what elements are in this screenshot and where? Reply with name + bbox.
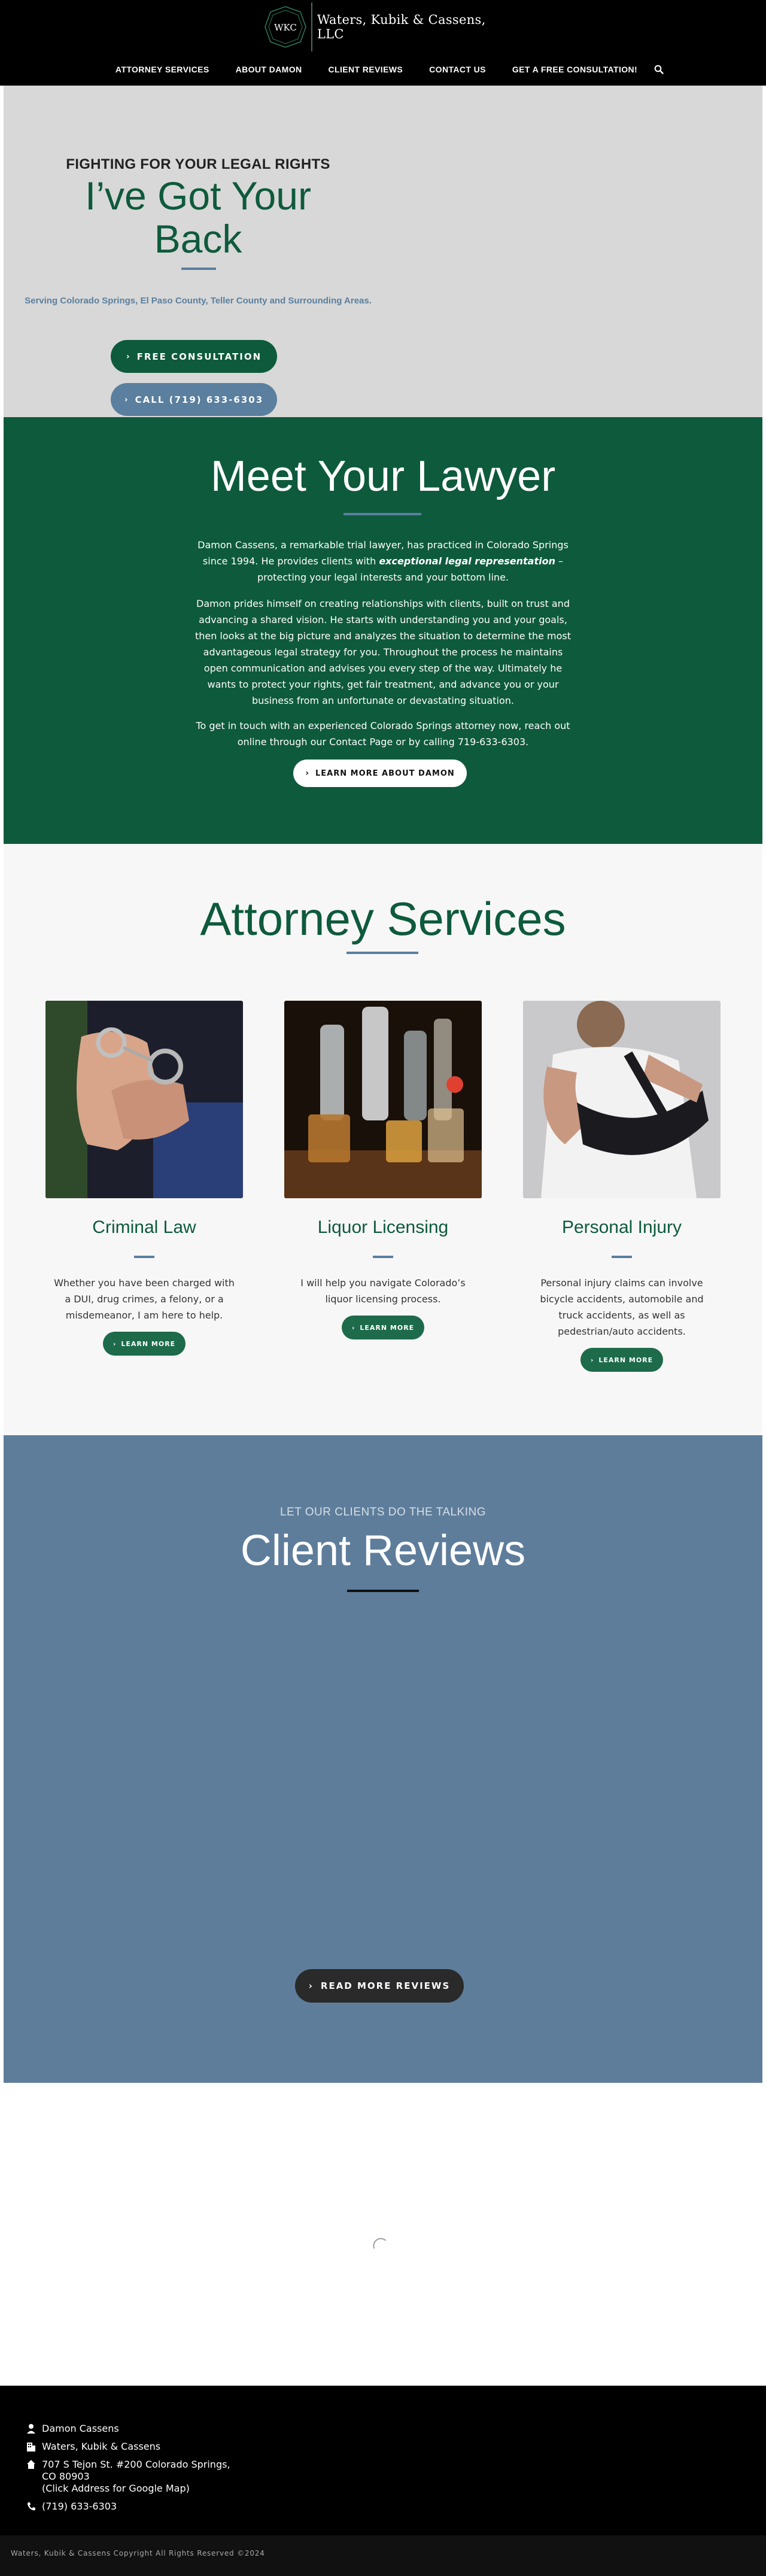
chevron-right-icon: ›	[351, 1323, 355, 1332]
meet-paragraph-2: Damon prides himself on creating relatio…	[194, 598, 572, 706]
address-line-3: (Click Address for Google Map)	[42, 2483, 190, 2494]
services-divider	[346, 952, 418, 954]
phone-icon	[28, 2502, 35, 2511]
read-more-reviews-label: READ MORE REVIEWS	[320, 1980, 451, 1991]
hero-divider	[181, 268, 216, 270]
liquor-licensing-text: I will help you navigate Colorado’s liqu…	[300, 1277, 466, 1305]
hero-kicker: FIGHTING FOR YOUR LEGAL RIGHTS	[66, 156, 330, 172]
personal-injury-image[interactable]	[523, 1001, 721, 1198]
copyright-bar: Waters, Kubik & Cassens Copyright All Ri…	[0, 2535, 766, 2576]
nav-free-consultation[interactable]: GET A FREE CONSULTATION!	[512, 65, 637, 74]
criminal-law-text: Whether you have been charged with a DUI…	[54, 1277, 235, 1321]
liquor-licensing-image[interactable]	[284, 1001, 482, 1198]
attorney-services-section: Attorney Services Criminal Law Whether y…	[4, 844, 762, 1435]
search-icon[interactable]	[654, 65, 664, 74]
logo-emblem-icon: WKC	[265, 6, 306, 48]
card-divider	[612, 1256, 632, 1258]
logo-monogram: WKC	[274, 22, 297, 33]
personal-injury-text: Personal injury claims can involve bicyc…	[540, 1277, 704, 1337]
hero-title-line1: I’ve Got Your	[85, 174, 311, 218]
firm-name: Waters, Kubik & Cassens, LLC	[317, 13, 486, 41]
site-logo[interactable]: WKC Waters, Kubik & Cassens, LLC	[263, 2, 503, 51]
logo-badge: WKC	[263, 5, 308, 49]
learn-more-label: LEARN MORE	[360, 1323, 415, 1332]
meet-paragraph-1: Damon Cassens, a remarkable trial lawyer…	[192, 537, 574, 585]
card-divider	[134, 1256, 154, 1258]
meet-lawyer-section: Meet Your Lawyer Damon Cassens, a remark…	[4, 417, 762, 844]
loading-spinner-icon	[373, 2238, 386, 2249]
personal-injury-title: Personal Injury	[561, 1217, 682, 1237]
footer-firm-row: Waters, Kubik & Cassens	[26, 2441, 160, 2453]
chevron-right-icon: ›	[308, 1980, 314, 1991]
copyright-text: Waters, Kubik & Cassens Copyright All Ri…	[11, 2549, 265, 2557]
chevron-right-icon: ›	[590, 1356, 594, 1364]
meet-divider	[344, 513, 421, 515]
learn-more-about-damon-label: LEARN MORE ABOUT DAMON	[315, 768, 455, 778]
hero-subtitle: Serving Colorado Springs, El Paso County…	[25, 296, 372, 306]
main-nav: ATTORNEY SERVICES ABOUT DAMON CLIENT REV…	[0, 57, 766, 81]
address-line-1: 707 S Tejon St. #200 Colorado Springs,	[42, 2459, 230, 2470]
service-card-liquor-licensing: Liquor Licensing I will help you navigat…	[284, 1001, 482, 1339]
read-more-reviews-button[interactable]: › READ MORE REVIEWS	[295, 1969, 464, 2003]
personal-injury-learn-more-button[interactable]: › LEARN MORE	[580, 1348, 663, 1372]
service-card-personal-injury: Personal Injury Personal injury claims c…	[523, 1001, 721, 1372]
site-header: WKC Waters, Kubik & Cassens, LLC ATTORNE…	[0, 0, 766, 86]
footer-phone-row[interactable]: (719) 633-6303	[26, 2501, 117, 2513]
learn-more-label: LEARN MORE	[598, 1356, 653, 1364]
liquor-licensing-learn-more-button[interactable]: › LEARN MORE	[342, 1316, 424, 1339]
meet-paragraph-3: To get in touch with an experienced Colo…	[196, 720, 570, 748]
nav-about-damon[interactable]: ABOUT DAMON	[236, 65, 302, 74]
reviews-kicker: LET OUR CLIENTS DO THE TALKING	[279, 1506, 487, 1518]
services-title: Attorney Services	[200, 892, 566, 945]
address-line-2: CO 80903	[42, 2471, 90, 2482]
meet-title: Meet Your Lawyer	[210, 452, 556, 500]
footer-address[interactable]: 707 S Tejon St. #200 Colorado Springs, C…	[42, 2459, 230, 2495]
learn-more-about-damon-button[interactable]: › LEARN MORE ABOUT DAMON	[293, 760, 467, 787]
footer-name: Damon Cassens	[42, 2423, 119, 2434]
chevron-right-icon: ›	[113, 1339, 117, 1348]
chevron-right-icon: ›	[124, 394, 129, 405]
hero-title: I’ve Got Your Back	[4, 174, 393, 260]
service-card-criminal-law: Criminal Law Whether you have been charg…	[45, 1001, 243, 1356]
building-icon	[27, 2443, 35, 2452]
footer-name-row: Damon Cassens	[26, 2423, 119, 2435]
call-label: CALL (719) 633-6303	[135, 394, 264, 405]
hero-title-line2: Back	[154, 217, 242, 261]
client-reviews-section: LET OUR CLIENTS DO THE TALKING Client Re…	[4, 1435, 762, 2083]
reviews-divider	[347, 1590, 419, 1592]
call-button[interactable]: › CALL (719) 633-6303	[111, 383, 277, 416]
criminal-law-image[interactable]	[45, 1001, 243, 1198]
chevron-right-icon: ›	[305, 768, 310, 778]
learn-more-label: LEARN MORE	[121, 1339, 176, 1348]
liquor-licensing-title: Liquor Licensing	[317, 1217, 449, 1237]
nav-attorney-services[interactable]: ATTORNEY SERVICES	[115, 65, 209, 74]
free-consultation-label: FREE CONSULTATION	[136, 351, 262, 362]
card-divider	[373, 1256, 393, 1258]
handcuffed-hands-image	[45, 1001, 243, 1198]
criminal-law-title: Criminal Law	[92, 1217, 196, 1237]
criminal-law-learn-more-button[interactable]: › LEARN MORE	[103, 1332, 186, 1356]
home-icon	[27, 2460, 35, 2469]
reviews-title: Client Reviews	[240, 1527, 526, 1575]
map-loading-area	[4, 2083, 762, 2386]
nav-client-reviews[interactable]: CLIENT REVIEWS	[329, 65, 403, 74]
liquor-bottles-image	[284, 1001, 482, 1198]
nav-contact-us[interactable]: CONTACT US	[429, 65, 486, 74]
site-footer: Damon Cassens Waters, Kubik & Cassens 70…	[0, 2386, 766, 2535]
meet-p1-emphasis: exceptional legal representation	[379, 555, 555, 567]
arm-sling-image	[523, 1001, 721, 1198]
footer-address-row[interactable]: 707 S Tejon St. #200 Colorado Springs, C…	[26, 2459, 230, 2495]
logo-divider	[311, 2, 312, 51]
footer-phone[interactable]: (719) 633-6303	[42, 2501, 117, 2513]
chevron-right-icon: ›	[126, 351, 131, 362]
user-icon	[27, 2424, 35, 2434]
free-consultation-button[interactable]: › FREE CONSULTATION	[111, 340, 277, 373]
hero-section: FIGHTING FOR YOUR LEGAL RIGHTS I’ve Got …	[4, 86, 762, 417]
footer-firm: Waters, Kubik & Cassens	[42, 2441, 161, 2452]
